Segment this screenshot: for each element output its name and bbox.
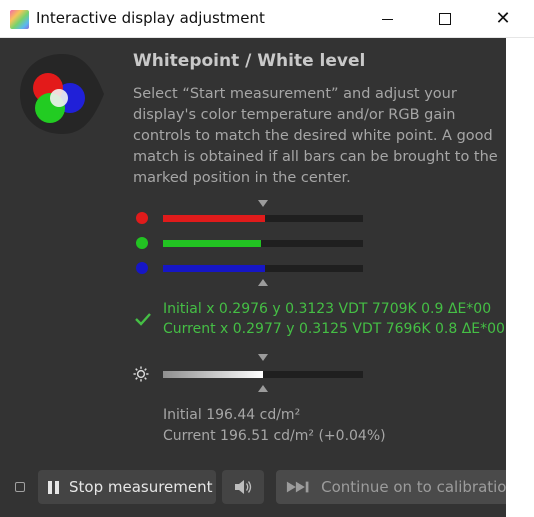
green-bar-track: [163, 240, 363, 247]
current-measurement: Current x 0.2977 y 0.3125 VDT 7696K 0.8 …: [163, 321, 505, 337]
stop-measurement-button[interactable]: Stop measurement: [38, 470, 216, 504]
stop-measurement-label: Stop measurement: [69, 478, 213, 496]
speaker-icon: [235, 480, 252, 494]
app-icon: [10, 10, 29, 29]
center-marker-top: [258, 200, 268, 207]
blue-bar-track: [163, 265, 363, 272]
blue-channel-dot: [136, 262, 148, 274]
background-strip: [506, 92, 534, 517]
sound-toggle-button[interactable]: [222, 470, 264, 504]
title-bar: Interactive display adjustment ✕: [0, 0, 534, 38]
pause-icon: [48, 480, 59, 494]
continue-calibration-label: Continue on to calibration: [321, 478, 506, 496]
close-icon: ✕: [495, 8, 511, 29]
luminance-bar-track: [163, 371, 363, 378]
red-bar-fill: [163, 215, 265, 222]
checkmark-icon: [135, 313, 151, 326]
skip-forward-icon: [286, 481, 309, 493]
red-channel-dot: [136, 212, 148, 224]
luminance-marker-top: [258, 354, 268, 361]
initial-luminance: Initial 196.44 cd/m²: [163, 407, 301, 423]
minimize-icon: [381, 18, 393, 20]
rgb-logo-icon: [20, 54, 104, 134]
minimize-button[interactable]: [364, 0, 410, 38]
blue-bar-fill: [163, 265, 265, 272]
continue-calibration-button[interactable]: Continue on to calibration: [276, 470, 506, 504]
brightness-icon: [133, 366, 149, 382]
green-bar-fill: [163, 240, 261, 247]
instructions-text: Select “Start measurement” and adjust yo…: [133, 86, 498, 186]
maximize-button[interactable]: [422, 0, 468, 38]
maximize-icon: [439, 13, 451, 25]
section-heading: Whitepoint / White level: [133, 51, 366, 71]
window-title: Interactive display adjustment: [36, 9, 265, 27]
luminance-bar-fill: [163, 371, 263, 378]
adjustment-panel: Whitepoint / White level Select “Start m…: [0, 38, 506, 517]
green-channel-dot: [136, 237, 148, 249]
current-luminance: Current 196.51 cd/m² (+0.04%): [163, 428, 386, 444]
initial-measurement: Initial x 0.2976 y 0.3123 VDT 7709K 0.9 …: [163, 301, 492, 317]
close-button[interactable]: ✕: [480, 0, 526, 38]
red-bar-track: [163, 215, 363, 222]
center-marker-bottom: [258, 279, 268, 286]
options-checkbox[interactable]: [15, 482, 25, 492]
luminance-marker-bottom: [258, 385, 268, 392]
